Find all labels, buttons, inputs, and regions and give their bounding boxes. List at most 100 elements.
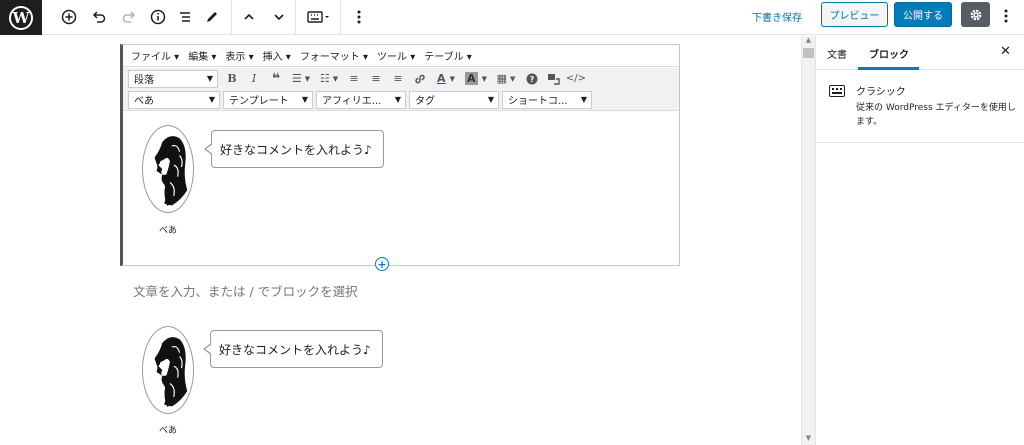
block-placeholder[interactable]: 文章を入力、または / でブロックを選択 [133, 281, 358, 300]
align-left-icon[interactable]: ≡ [343, 70, 365, 88]
close-icon[interactable]: ✕ [1000, 44, 1011, 59]
background-color-icon[interactable]: A ▼ [461, 70, 491, 88]
menu-tools[interactable]: ツール ▾ [377, 48, 415, 63]
format-toolbar-row-2: べあ ▼ テンプレート ▼ アフィリエ... ▼ タグ ▼ ショートコ... ▼ [123, 89, 679, 111]
paragraph-format-select[interactable]: 段落 ▼ [128, 69, 218, 88]
woman-portrait-icon [154, 136, 188, 206]
vertical-ellipsis-icon [357, 10, 361, 24]
text-color-icon[interactable]: A ▼ [431, 70, 461, 88]
format-toolbar-row-1: 段落 ▼ B I ❝ ☰ ▼ ☷ ▼ ≡ ≡ ≡ A ▼ A ▼ ▦ ▼ ? </> [123, 67, 679, 89]
vertical-ellipsis-icon [1004, 9, 1008, 23]
woman-portrait-icon [154, 337, 188, 407]
scroll-down-arrow-icon[interactable]: ▼ [802, 434, 815, 444]
pencil-icon [207, 12, 217, 22]
speech-bubble: 好きなコメントを入れよう♪ [204, 130, 384, 168]
redo-icon [122, 11, 136, 23]
tag-select[interactable]: タグ ▼ [409, 90, 499, 109]
keyboard-icon [829, 85, 845, 97]
wordpress-icon: W [9, 5, 33, 30]
undo-icon [92, 11, 106, 23]
editor-header: W 下書き保存 プレビュー 公開する [0, 0, 1024, 35]
table-icon[interactable]: ▦ ▼ [491, 70, 521, 88]
save-draft-button[interactable]: 下書き保存 [752, 9, 802, 24]
question-circle-icon: ? [526, 73, 538, 84]
settings-sidebar: 文書 ブロック ✕ クラシック 従来の WordPress エディターを使用しま… [815, 36, 1024, 445]
block-navigation-button[interactable] [172, 5, 198, 29]
code-icon[interactable]: </> [565, 70, 587, 88]
editor-scrollbar[interactable]: ▲ ▼ [801, 36, 815, 445]
toolbar-divider [231, 0, 232, 35]
align-center-icon[interactable]: ≡ [365, 70, 387, 88]
affiliate-select[interactable]: アフィリエ... ▼ [316, 90, 406, 109]
block-inserter-button[interactable]: + [375, 257, 389, 271]
classic-block[interactable]: ファイル ▾ 編集 ▾ 表示 ▾ 挿入 ▾ フォーマット ▾ ツール ▾ テーブ… [120, 44, 680, 266]
info-button[interactable] [145, 5, 171, 29]
move-down-button[interactable] [266, 5, 292, 29]
blockquote-icon[interactable]: ❝ [265, 70, 287, 88]
menu-view[interactable]: 表示 ▾ [225, 48, 253, 63]
tools-button[interactable] [199, 5, 225, 29]
chevron-down-icon [274, 14, 284, 21]
tab-document[interactable]: 文書 [827, 46, 847, 61]
block-card-description: 従来の WordPress エディターを使用します。 [856, 103, 1016, 127]
template-select[interactable]: テンプレート ▼ [223, 90, 313, 109]
block-card-title: クラシック [856, 87, 906, 98]
chevron-down-icon: ▼ [394, 94, 401, 104]
sidebar-tabs: 文書 ブロック ✕ [816, 36, 1024, 70]
paragraph-format-value: 段落 [134, 75, 154, 86]
add-block-button[interactable] [56, 5, 82, 29]
toolbar-divider [340, 0, 341, 35]
list-view-icon [180, 12, 190, 22]
chevron-down-icon: ▼ [206, 73, 213, 83]
align-right-icon[interactable]: ≡ [387, 70, 409, 88]
link-icon[interactable] [409, 70, 431, 88]
publish-button[interactable]: 公開する [894, 2, 952, 27]
avatar-name: べあ [159, 426, 178, 436]
preview-button[interactable]: プレビュー [821, 2, 888, 27]
menu-table[interactable]: テーブル ▾ [424, 48, 472, 63]
plus-icon: + [377, 257, 387, 271]
shortcode-select[interactable]: ショートコ... ▼ [502, 90, 592, 109]
gear-icon [970, 9, 981, 20]
avatar-name: べあ [159, 226, 178, 236]
menu-format[interactable]: フォーマット ▾ [300, 48, 368, 63]
logo-letter: W [12, 8, 30, 27]
redo-button[interactable] [116, 5, 142, 29]
plus-circle-icon [61, 9, 77, 25]
keyboard-icon [307, 11, 329, 23]
speech-bubble: 好きなコメントを入れよう♪ [203, 330, 383, 368]
tag-select-value: タグ [415, 96, 435, 107]
tab-block[interactable]: ブロック [869, 46, 909, 61]
numbered-list-icon[interactable]: ☷ ▼ [315, 70, 343, 88]
block-card: クラシック 従来の WordPress エディターを使用します。 [816, 70, 1024, 143]
scrollbar-thumb[interactable] [803, 48, 814, 58]
chain-link-icon [415, 74, 425, 83]
menu-file[interactable]: ファイル ▾ [131, 48, 179, 63]
more-tools-button[interactable] [998, 5, 1014, 27]
classic-content-area[interactable]: べあ 好きなコメントを入れよう♪ [123, 111, 679, 263]
bold-icon[interactable]: B [221, 70, 243, 88]
chevron-down-icon: ▼ [580, 94, 587, 104]
block-more-options-button[interactable] [346, 5, 372, 29]
custom-select-bear[interactable]: べあ ▼ [128, 90, 220, 109]
affiliate-select-value: アフィリエ... [322, 96, 382, 107]
keyboard-toggle-button[interactable] [302, 5, 336, 29]
avatar [142, 125, 194, 213]
menu-insert[interactable]: 挿入 ▾ [263, 48, 291, 63]
special-format-icon[interactable] [543, 70, 565, 88]
menu-edit[interactable]: 編集 ▾ [188, 48, 216, 63]
bullet-list-icon[interactable]: ☰ ▼ [287, 70, 315, 88]
italic-icon[interactable]: I [243, 70, 265, 88]
shortcode-select-value: ショートコ... [508, 96, 568, 107]
help-icon[interactable]: ? [521, 70, 543, 88]
wordpress-logo-button[interactable]: W [0, 0, 42, 35]
chevron-down-icon: ▼ [208, 94, 215, 104]
undo-button[interactable] [86, 5, 112, 29]
svg-text:?: ? [530, 75, 535, 84]
settings-button[interactable] [961, 2, 990, 27]
chevron-down-icon: ▼ [301, 94, 308, 104]
chevron-up-icon [244, 13, 254, 20]
scroll-up-arrow-icon[interactable]: ▲ [802, 36, 815, 46]
custom-select-value: べあ [134, 96, 154, 107]
move-up-button[interactable] [236, 5, 262, 29]
